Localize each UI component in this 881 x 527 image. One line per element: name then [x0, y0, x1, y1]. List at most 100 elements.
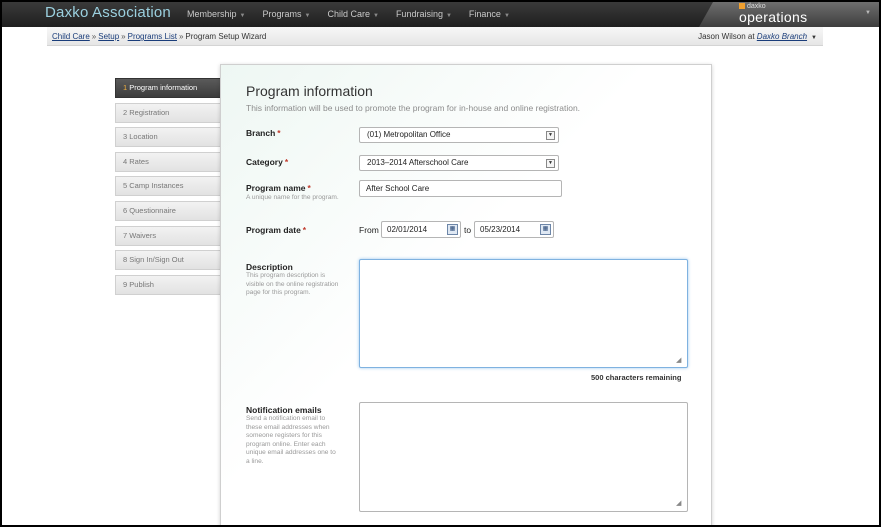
breadcrumb-child-care[interactable]: Child Care — [52, 32, 90, 41]
step-label: Rates — [129, 156, 149, 166]
step-registration[interactable]: 2 Registration — [115, 102, 221, 123]
chevron-down-icon: ▼ — [304, 13, 311, 19]
resize-grip-icon[interactable]: ◢ — [676, 356, 681, 364]
user-name: Jason Wilson — [698, 32, 746, 41]
program-name-label-text: Program name — [246, 183, 306, 193]
step-number: 9 — [123, 279, 128, 289]
step-label: Location — [129, 132, 158, 142]
main-nav: Membership ▼ Programs ▼ Child Care ▼ Fundra… — [187, 2, 527, 27]
branch-select[interactable]: (01) Metropolitan Office ▼ — [359, 127, 559, 143]
top-navigation-bar: Daxko Association Membership ▼ Programs ▼ … — [2, 2, 879, 27]
operations-label: operations — [739, 9, 808, 25]
step-number: 4 — [123, 156, 128, 166]
step-rates[interactable]: 4 Rates — [115, 151, 221, 172]
nav-child-care-label: Child Care — [327, 9, 370, 19]
page-subtitle: This information will be used to promote… — [246, 103, 581, 113]
branch-select-value: (01) Metropolitan Office — [367, 130, 451, 139]
calendar-icon[interactable]: ▦ — [540, 224, 551, 235]
required-mark: * — [284, 157, 289, 167]
description-label: Description — [246, 262, 293, 272]
step-sign-in-sign-out[interactable]: 8 Sign In/Sign Out — [115, 250, 221, 271]
date-to-label: to — [464, 225, 472, 235]
nav-fundraising-label: Fundraising — [395, 9, 443, 19]
step-number: 3 — [123, 132, 128, 142]
end-date-input[interactable]: 05/23/2014 ▦ — [474, 221, 554, 238]
program-name-hint: A unique name for the program. — [246, 194, 339, 201]
chevron-down-icon: ▼ — [811, 35, 817, 41]
notification-emails-textarea[interactable] — [359, 402, 688, 512]
start-date-input[interactable]: 02/01/2014 ▦ — [381, 221, 461, 238]
app-window: Daxko Association Membership ▼ Programs ▼ … — [2, 2, 879, 525]
nav-fundraising[interactable]: Fundraising ▼ — [396, 2, 452, 27]
category-select[interactable]: 2013–2014 Afterschool Care ▼ — [359, 155, 559, 171]
step-label: Registration — [129, 107, 170, 117]
step-label: Waivers — [129, 230, 157, 240]
breadcrumb-separator: » — [91, 32, 97, 41]
user-branch-link[interactable]: Daxko Branch — [757, 32, 807, 41]
step-camp-instances[interactable]: 5 Camp Instances — [115, 176, 221, 197]
date-from-label: From — [359, 225, 379, 235]
step-number: 2 — [123, 107, 128, 117]
step-label: Questionnaire — [129, 205, 176, 215]
dropdown-arrow-icon: ▼ — [546, 131, 555, 140]
breadcrumb-programs-list[interactable]: Programs List — [128, 32, 177, 41]
chevron-down-icon: ▼ — [503, 13, 510, 19]
start-date-value: 02/01/2014 — [387, 225, 428, 234]
step-number: 7 — [123, 230, 128, 240]
step-number: 1 — [123, 83, 128, 92]
calendar-icon[interactable]: ▦ — [447, 224, 458, 235]
breadcrumb-bar: Child Care» Setup» Programs List» Program S… — [47, 27, 823, 46]
program-name-input[interactable] — [359, 180, 562, 197]
breadcrumb: Child Care» Setup» Programs List» Program S… — [52, 32, 266, 41]
program-date-label: Program date * — [246, 225, 306, 235]
nav-membership[interactable]: Membership ▼ — [187, 2, 245, 27]
brand-title[interactable]: Daxko Association — [45, 4, 171, 21]
description-textarea[interactable] — [359, 259, 688, 368]
step-publish[interactable]: 9 Publish — [115, 274, 221, 295]
page-title: Program information — [246, 83, 373, 99]
dropdown-arrow-icon: ▼ — [546, 159, 555, 168]
category-label: Category * — [246, 157, 288, 167]
chevron-down-icon: ▼ — [372, 13, 379, 19]
nav-membership-label: Membership — [187, 9, 237, 19]
step-number: 5 — [123, 181, 128, 191]
step-label: Sign In/Sign Out — [129, 255, 184, 265]
resize-grip-icon[interactable]: ◢ — [676, 499, 681, 507]
step-number: 6 — [123, 205, 128, 215]
product-switcher[interactable]: daxko operations ▼ — [699, 2, 879, 27]
program-information-panel: Program information This information wil… — [220, 64, 712, 525]
step-program-information[interactable]: 1 Program information — [115, 78, 221, 98]
category-select-value: 2013–2014 Afterschool Care — [367, 158, 469, 167]
nav-programs-label: Programs — [262, 9, 302, 19]
required-mark: * — [277, 128, 281, 138]
notification-emails-hint: Send a notification email to these email… — [246, 415, 336, 465]
breadcrumb-current: Program Setup Wizard — [185, 32, 267, 41]
step-number: 8 — [123, 255, 128, 265]
description-hint: This program description is visible on t… — [246, 272, 339, 297]
characters-remaining: 500 characters remaining — [591, 373, 682, 382]
chevron-down-icon: ▼ — [445, 13, 452, 19]
step-label: Camp Instances — [129, 181, 184, 191]
chevron-down-icon: ▼ — [865, 10, 871, 16]
nav-finance[interactable]: Finance ▼ — [469, 2, 510, 27]
user-menu[interactable]: Jason Wilson at Daxko Branch ▼ — [698, 32, 817, 41]
required-mark: * — [302, 225, 307, 235]
nav-programs[interactable]: Programs ▼ — [262, 2, 310, 27]
step-location[interactable]: 3 Location — [115, 127, 221, 148]
step-label: Program information — [129, 83, 198, 92]
breadcrumb-separator: » — [121, 32, 126, 41]
category-label-text: Category — [246, 157, 283, 167]
program-date-label-text: Program date — [246, 225, 301, 235]
breadcrumb-separator: » — [178, 32, 184, 41]
step-questionnaire[interactable]: 6 Questionnaire — [115, 200, 221, 221]
end-date-value: 05/23/2014 — [480, 225, 521, 234]
user-at: at — [747, 32, 755, 41]
required-mark: * — [307, 183, 311, 193]
breadcrumb-setup[interactable]: Setup — [98, 32, 119, 41]
chevron-down-icon: ▼ — [239, 13, 246, 19]
step-waivers[interactable]: 7 Waivers — [115, 225, 221, 246]
nav-child-care[interactable]: Child Care ▼ — [327, 2, 378, 27]
step-label: Publish — [129, 279, 154, 289]
wizard-steps: 1 Program information 2 Registration 3 L… — [115, 78, 221, 299]
branch-label: Branch * — [246, 128, 281, 138]
